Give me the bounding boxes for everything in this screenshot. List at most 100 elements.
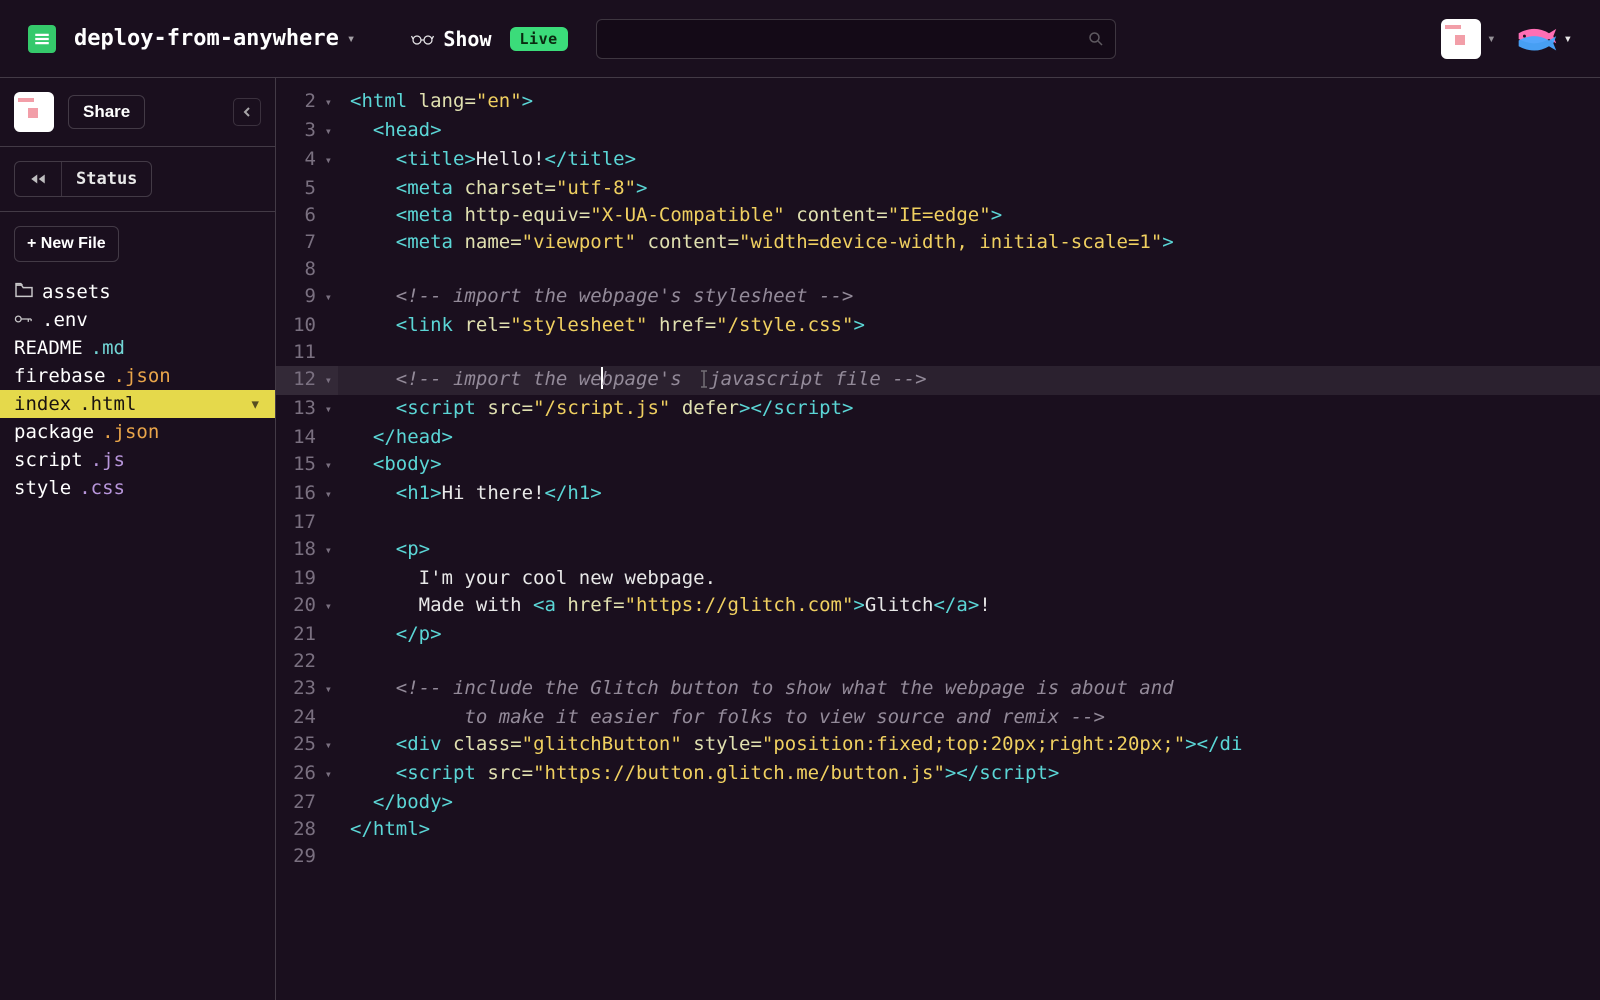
code-line[interactable]: 27 </body> bbox=[276, 789, 1600, 816]
line-number: 21 bbox=[276, 621, 338, 648]
code-line[interactable]: 7 <meta name="viewport" content="width=d… bbox=[276, 229, 1600, 256]
file-name: package bbox=[14, 421, 94, 443]
file-row[interactable]: .env bbox=[0, 306, 275, 334]
line-number: 23▾ bbox=[276, 675, 338, 704]
code-content: <div class="glitchButton" style="positio… bbox=[338, 731, 1242, 758]
file-name: README bbox=[14, 337, 83, 359]
line-number: 18▾ bbox=[276, 536, 338, 565]
project-name-label: deploy-from-anywhere bbox=[74, 26, 339, 51]
code-line[interactable]: 29 bbox=[276, 843, 1600, 870]
code-line[interactable]: 4▾ <title>Hello!</title> bbox=[276, 146, 1600, 175]
code-content: <body> bbox=[338, 451, 442, 478]
line-number: 12▾ bbox=[276, 366, 338, 395]
code-line[interactable]: 15▾ <body> bbox=[276, 451, 1600, 480]
glitch-fish-menu[interactable]: ▾ bbox=[1514, 26, 1572, 52]
file-name: script bbox=[14, 449, 83, 471]
code-line[interactable]: 6 <meta http-equiv="X-UA-Compatible" con… bbox=[276, 202, 1600, 229]
code-line[interactable]: 18▾ <p> bbox=[276, 536, 1600, 565]
file-row[interactable]: firebase .json bbox=[0, 362, 275, 390]
code-line[interactable]: 2▾<html lang="en"> bbox=[276, 88, 1600, 117]
line-number: 29 bbox=[276, 843, 338, 870]
glitch-logo-icon[interactable] bbox=[28, 25, 56, 53]
code-line[interactable]: 11 bbox=[276, 339, 1600, 366]
line-number: 3▾ bbox=[276, 117, 338, 146]
file-row[interactable]: assets bbox=[0, 278, 275, 306]
file-name: firebase bbox=[14, 365, 106, 387]
chevron-down-icon: ▾ bbox=[250, 393, 261, 415]
sidebar-files: + New File assets .env README .md firebase .j… bbox=[0, 212, 275, 502]
code-line[interactable]: 8 bbox=[276, 256, 1600, 283]
search-icon bbox=[1087, 30, 1105, 48]
line-number: 5 bbox=[276, 175, 338, 202]
code-line[interactable]: 25▾ <div class="glitchButton" style="pos… bbox=[276, 731, 1600, 760]
code-content: </html> bbox=[338, 816, 430, 843]
file-name: index bbox=[14, 393, 71, 415]
file-ext: .md bbox=[91, 337, 125, 359]
line-number: 11 bbox=[276, 339, 338, 366]
search-input[interactable] bbox=[607, 29, 1087, 49]
chevron-down-icon: ▾ bbox=[347, 31, 355, 47]
new-file-button[interactable]: + New File bbox=[14, 226, 119, 262]
line-number: 16▾ bbox=[276, 480, 338, 509]
code-content: </p> bbox=[338, 621, 442, 648]
line-number: 8 bbox=[276, 256, 338, 283]
share-button[interactable]: Share bbox=[68, 95, 145, 129]
code-line[interactable]: 3▾ <head> bbox=[276, 117, 1600, 146]
user-avatar-menu[interactable]: ▾ bbox=[1441, 19, 1495, 59]
sidebar: Share Status + New File assets.envREADME… bbox=[0, 78, 276, 1000]
code-line[interactable]: 10 <link rel="stylesheet" href="/style.c… bbox=[276, 312, 1600, 339]
file-row[interactable]: README .md bbox=[0, 334, 275, 362]
code-content: <!-- include the Glitch button to show w… bbox=[338, 675, 1174, 702]
status-button[interactable]: Status bbox=[62, 162, 151, 196]
rewind-button[interactable] bbox=[15, 162, 62, 196]
code-line[interactable]: 5 <meta charset="utf-8"> bbox=[276, 175, 1600, 202]
show-label: Show bbox=[443, 27, 491, 51]
code-line[interactable]: 26▾ <script src="https://button.glitch.m… bbox=[276, 760, 1600, 789]
line-number: 24 bbox=[276, 704, 338, 731]
code-line[interactable]: 12▾ <!-- import the webpage's javascript… bbox=[276, 366, 1600, 395]
code-content: <h1>Hi there!</h1> bbox=[338, 480, 602, 507]
line-number: 15▾ bbox=[276, 451, 338, 480]
code-line[interactable]: 21 </p> bbox=[276, 621, 1600, 648]
project-avatar-icon[interactable] bbox=[14, 92, 54, 132]
file-row[interactable]: style.css bbox=[0, 474, 275, 502]
collapse-sidebar-button[interactable] bbox=[233, 98, 261, 126]
code-line[interactable]: 17 bbox=[276, 509, 1600, 536]
code-content: <head> bbox=[338, 117, 442, 144]
code-line[interactable]: 16▾ <h1>Hi there!</h1> bbox=[276, 480, 1600, 509]
show-button[interactable]: Show bbox=[411, 27, 491, 51]
file-row[interactable]: index .html ▾ bbox=[0, 390, 275, 418]
code-line[interactable]: 9▾ <!-- import the webpage's stylesheet … bbox=[276, 283, 1600, 312]
line-number: 13▾ bbox=[276, 395, 338, 424]
code-content: <meta charset="utf-8"> bbox=[338, 175, 648, 202]
file-row[interactable]: script .js bbox=[0, 446, 275, 474]
status-pill: Status bbox=[14, 161, 152, 197]
code-content: <script src="/script.js" defer></script> bbox=[338, 395, 853, 422]
code-line[interactable]: 24 to make it easier for folks to view s… bbox=[276, 704, 1600, 731]
file-name: assets bbox=[42, 281, 111, 303]
code-content: <p> bbox=[338, 536, 430, 563]
code-line[interactable]: 22 bbox=[276, 648, 1600, 675]
file-ext: .json bbox=[114, 365, 171, 387]
file-row[interactable]: package .json bbox=[0, 418, 275, 446]
code-content: <script src="https://button.glitch.me/bu… bbox=[338, 760, 1059, 787]
file-ext: .js bbox=[91, 449, 125, 471]
editor[interactable]: 2▾<html lang="en">3▾ <head>4▾ <title>Hel… bbox=[276, 78, 1600, 1000]
code-content: <html lang="en"> bbox=[338, 88, 533, 115]
code-line[interactable]: 13▾ <script src="/script.js" defer></scr… bbox=[276, 395, 1600, 424]
line-number: 25▾ bbox=[276, 731, 338, 760]
code-line[interactable]: 28</html> bbox=[276, 816, 1600, 843]
sidebar-top: Share bbox=[0, 78, 275, 147]
code-line[interactable]: 19 I'm your cool new webpage. bbox=[276, 565, 1600, 592]
code-line[interactable]: 20▾ Made with <a href="https://glitch.co… bbox=[276, 592, 1600, 621]
file-ext: .html bbox=[79, 393, 136, 415]
file-name: style bbox=[14, 477, 71, 499]
code-line[interactable]: 14 </head> bbox=[276, 424, 1600, 451]
fish-icon bbox=[1514, 26, 1558, 52]
code-content: </body> bbox=[338, 789, 453, 816]
code-line[interactable]: 23▾ <!-- include the Glitch button to sh… bbox=[276, 675, 1600, 704]
project-name-dropdown[interactable]: deploy-from-anywhere ▾ bbox=[74, 26, 355, 51]
file-ext: .json bbox=[102, 421, 159, 443]
line-number: 2▾ bbox=[276, 88, 338, 117]
search-box[interactable] bbox=[596, 19, 1116, 59]
